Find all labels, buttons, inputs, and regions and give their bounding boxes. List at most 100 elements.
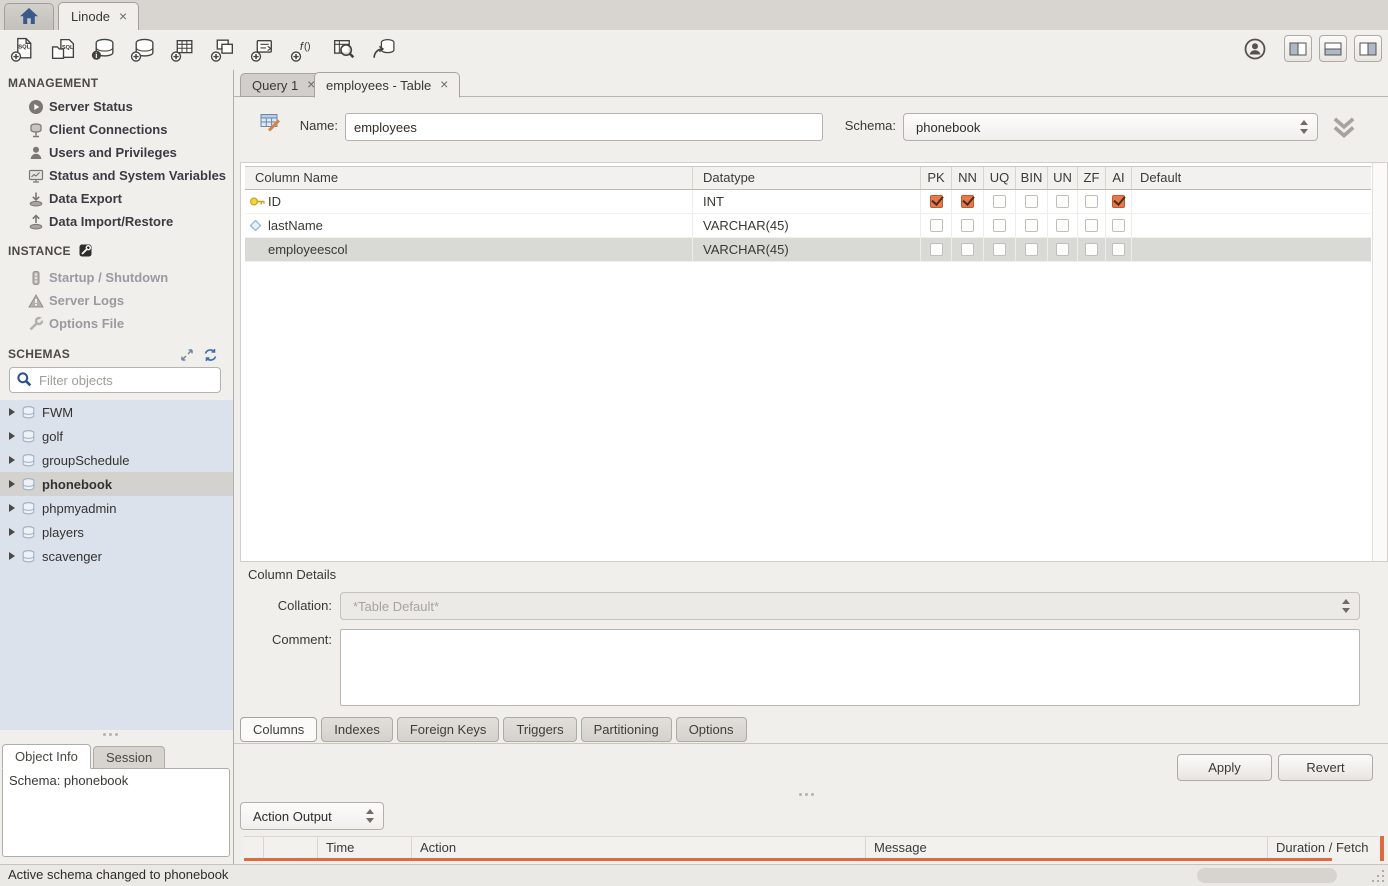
schema-inspector-icon[interactable]: i <box>90 36 117 63</box>
connection-tab[interactable]: Linode <box>58 2 139 30</box>
column-row-id[interactable]: ID INT <box>245 190 1371 214</box>
tab-partitioning[interactable]: Partitioning <box>581 717 672 742</box>
sidebar-item-data-export[interactable]: Data Export <box>0 187 233 210</box>
apply-button[interactable]: Apply <box>1177 754 1272 781</box>
collation-dropdown[interactable]: *Table Default* <box>340 592 1360 620</box>
expander-icon[interactable] <box>9 456 15 464</box>
sidebar-splitter[interactable] <box>103 733 129 737</box>
output-splitter[interactable] <box>799 793 814 796</box>
checkbox-zf[interactable] <box>1078 214 1106 237</box>
expander-icon[interactable] <box>9 432 15 440</box>
search-data-icon[interactable] <box>330 36 357 63</box>
schema-item-players[interactable]: players <box>0 520 233 544</box>
comment-textarea[interactable] <box>340 629 1360 706</box>
tab-triggers[interactable]: Triggers <box>503 717 576 742</box>
user-icon[interactable] <box>1243 37 1267 61</box>
expander-icon[interactable] <box>9 552 15 560</box>
sidebar-item-client-connections[interactable]: Client Connections <box>0 118 233 141</box>
tab-options[interactable]: Options <box>676 717 747 742</box>
output-selector-dropdown[interactable]: Action Output <box>240 802 384 830</box>
create-view-icon[interactable] <box>210 36 237 63</box>
checkbox-zf[interactable] <box>1078 190 1106 213</box>
resize-grip[interactable] <box>1372 870 1385 883</box>
revert-button[interactable]: Revert <box>1278 754 1373 781</box>
checkbox-nn[interactable] <box>952 214 984 237</box>
create-table-icon[interactable] <box>170 36 197 63</box>
sidebar-item-data-import[interactable]: Data Import/Restore <box>0 210 233 233</box>
checkbox-ai[interactable] <box>1106 190 1132 213</box>
schema-item-fwm[interactable]: FWM <box>0 400 233 424</box>
sidebar-item-status-system-variables[interactable]: Status and System Variables <box>0 164 233 187</box>
column-row-lastname[interactable]: lastName VARCHAR(45) <box>245 214 1371 238</box>
checkbox-bin[interactable] <box>1016 238 1048 261</box>
home-tab[interactable] <box>4 3 54 30</box>
users-icon <box>27 144 44 161</box>
close-icon[interactable] <box>116 10 130 24</box>
tab-employees-table[interactable]: employees - Table <box>314 72 460 98</box>
tab-object-info[interactable]: Object Info <box>2 744 91 769</box>
schema-item-phonebook[interactable]: phonebook <box>0 472 233 496</box>
column-row-employeescol[interactable]: employeescol VARCHAR(45) <box>245 238 1371 262</box>
schema-item-phpmyadmin[interactable]: phpmyadmin <box>0 496 233 520</box>
spinner-icon[interactable] <box>365 809 374 823</box>
checkbox-bin[interactable] <box>1016 214 1048 237</box>
expand-header-chevron-icon[interactable] <box>1330 115 1358 144</box>
checkbox-pk[interactable] <box>921 214 952 237</box>
create-schema-icon[interactable] <box>130 36 157 63</box>
tab-session[interactable]: Session <box>93 746 165 769</box>
cell-default[interactable] <box>1132 238 1371 261</box>
tab-columns[interactable]: Columns <box>240 717 317 742</box>
create-function-icon[interactable]: f() <box>290 36 317 63</box>
checkbox-pk[interactable] <box>921 190 952 213</box>
close-icon[interactable] <box>437 78 451 92</box>
horizontal-scrollbar[interactable] <box>1197 868 1337 883</box>
header-column-name: Column Name <box>245 167 693 189</box>
schema-dropdown[interactable]: phonebook <box>903 113 1318 141</box>
reconnect-dbms-icon[interactable] <box>370 36 397 63</box>
sidebar-item-startup-shutdown[interactable]: Startup / Shutdown <box>0 266 233 289</box>
spinner-icon[interactable] <box>1299 120 1308 134</box>
toggle-bottom-panel-icon[interactable] <box>1319 35 1347 62</box>
open-sql-script-icon[interactable]: SQL <box>50 36 77 63</box>
checkbox-un[interactable] <box>1048 238 1078 261</box>
toggle-right-panel-icon[interactable] <box>1354 35 1382 62</box>
checkbox-bin[interactable] <box>1016 190 1048 213</box>
checkbox-nn[interactable] <box>952 190 984 213</box>
sidebar-item-options-file[interactable]: Options File <box>0 312 233 335</box>
refresh-schemas-icon[interactable] <box>203 348 218 365</box>
sidebar-item-server-logs[interactable]: Server Logs <box>0 289 233 312</box>
checkbox-zf[interactable] <box>1078 238 1106 261</box>
checkbox-nn[interactable] <box>952 238 984 261</box>
expander-icon[interactable] <box>9 528 15 536</box>
schema-item-scavenger[interactable]: scavenger <box>0 544 233 568</box>
schema-item-groupschedule[interactable]: groupSchedule <box>0 448 233 472</box>
output-header-index-col <box>264 837 318 858</box>
checkbox-ai[interactable] <box>1106 238 1132 261</box>
checkbox-ai[interactable] <box>1106 214 1132 237</box>
checkbox-un[interactable] <box>1048 214 1078 237</box>
toggle-left-panel-icon[interactable] <box>1284 35 1312 62</box>
sidebar-item-users-privileges[interactable]: Users and Privileges <box>0 141 233 164</box>
table-name-input[interactable] <box>345 113 823 141</box>
tab-indexes[interactable]: Indexes <box>321 717 393 742</box>
checkbox-uq[interactable] <box>984 238 1016 261</box>
checkbox-uq[interactable] <box>984 190 1016 213</box>
checkbox-uq[interactable] <box>984 214 1016 237</box>
svg-text:i: i <box>95 51 97 60</box>
new-sql-tab-icon[interactable]: SQL <box>10 36 37 63</box>
cell-default[interactable] <box>1132 190 1371 213</box>
expand-schemas-icon[interactable] <box>180 348 194 365</box>
checkbox-pk[interactable] <box>921 238 952 261</box>
grid-vertical-scrollbar[interactable] <box>1372 163 1387 561</box>
schema-filter-input[interactable] <box>37 372 217 389</box>
create-procedure-icon[interactable] <box>250 36 277 63</box>
client-connections-icon <box>27 121 44 138</box>
schema-item-golf[interactable]: golf <box>0 424 233 448</box>
cell-default[interactable] <box>1132 214 1371 237</box>
expander-icon[interactable] <box>9 504 15 512</box>
checkbox-un[interactable] <box>1048 190 1078 213</box>
expander-icon[interactable] <box>9 480 15 488</box>
sidebar-item-server-status[interactable]: Server Status <box>0 95 233 118</box>
expander-icon[interactable] <box>9 408 15 416</box>
tab-foreign-keys[interactable]: Foreign Keys <box>397 717 500 742</box>
